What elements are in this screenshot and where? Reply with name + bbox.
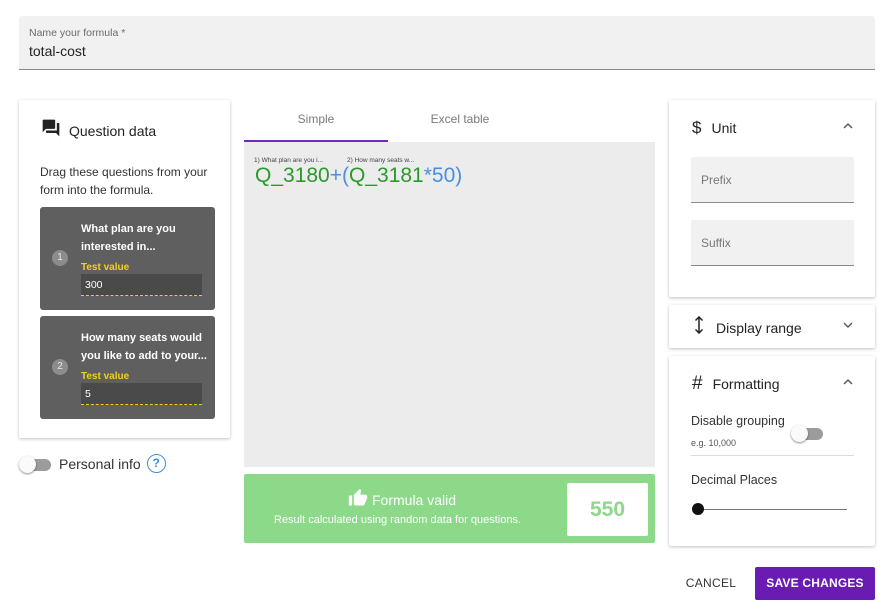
unit-panel: $ Unit Prefix Suffix xyxy=(669,100,875,297)
disable-grouping-label: Disable grouping xyxy=(691,414,785,428)
display-range-header[interactable]: Display range xyxy=(692,315,802,339)
disable-grouping-toggle[interactable] xyxy=(791,425,823,442)
formula-chip-label-1: 1) What plan are you i... xyxy=(254,157,324,164)
test-value-label: Test value xyxy=(81,262,130,273)
question-card-2[interactable]: 2 How many seats would you like to add t… xyxy=(40,316,215,419)
chevron-up-icon[interactable] xyxy=(843,120,853,132)
formula-chip-label-2: 2) How many seats w... xyxy=(347,157,415,164)
display-range-panel[interactable]: Display range xyxy=(669,305,875,348)
formatting-panel: # Formatting Disable grouping e.g. 10,00… xyxy=(669,356,875,546)
personal-info-row: Personal info ? xyxy=(19,454,166,473)
save-changes-button[interactable]: SAVE CHANGES xyxy=(755,567,875,600)
unit-header[interactable]: $ Unit xyxy=(692,118,736,138)
grouping-example: e.g. 10,000 xyxy=(691,438,737,448)
formula-token-1[interactable]: Q_3180 xyxy=(255,164,330,187)
test-value-input[interactable]: 300 xyxy=(81,274,202,296)
formula-paren-open: ( xyxy=(342,164,349,187)
test-value-label: Test value xyxy=(81,371,130,382)
formula-expression: Q_3180+(Q_3181*50) xyxy=(255,164,462,188)
chevron-up-icon[interactable] xyxy=(843,376,853,388)
formula-paren-close: ) xyxy=(455,164,463,187)
formatting-title: Formatting xyxy=(712,376,780,392)
hash-icon: # xyxy=(692,373,703,394)
question-data-header: Question data xyxy=(41,118,156,143)
formula-editor[interactable]: 1) What plan are you i... 2) How many se… xyxy=(244,142,655,467)
display-range-title: Display range xyxy=(716,319,802,336)
formula-operator-plus: + xyxy=(329,164,342,187)
validation-subtitle: Result calculated using random data for … xyxy=(274,514,522,526)
decimal-places-label: Decimal Places xyxy=(691,473,778,487)
validation-title: Formula valid xyxy=(372,491,457,508)
decimal-places-slider-track[interactable] xyxy=(698,509,847,510)
decimal-places-slider-thumb[interactable] xyxy=(692,503,704,515)
test-value-input[interactable]: 5 xyxy=(81,383,202,405)
thumbs-up-icon xyxy=(348,488,368,511)
formula-token-2[interactable]: Q_3181 xyxy=(349,164,424,187)
formula-operator-times: * xyxy=(423,164,432,187)
divider xyxy=(691,455,854,456)
validation-header: Formula valid xyxy=(348,488,456,511)
help-icon[interactable]: ? xyxy=(146,454,166,473)
suffix-input[interactable]: Suffix xyxy=(691,220,854,266)
question-number-badge: 1 xyxy=(52,250,68,266)
question-data-title: Question data xyxy=(69,122,157,139)
toggle-knob xyxy=(791,425,808,442)
chevron-down-icon[interactable] xyxy=(843,320,853,332)
formula-constant: 50 xyxy=(431,164,456,187)
editor-tabs: Simple Excel table xyxy=(244,100,655,142)
dollar-icon: $ xyxy=(692,118,702,137)
formula-name-label: Name your formula * xyxy=(29,27,126,39)
formula-validation-banner: Formula valid Result calculated using ra… xyxy=(244,474,655,543)
formula-name-field[interactable]: Name your formula * total-cost xyxy=(19,16,875,70)
question-data-description: Drag these questions from your form into… xyxy=(40,165,208,197)
toggle-knob xyxy=(19,455,36,473)
formula-name-value[interactable]: total-cost xyxy=(29,43,86,59)
personal-info-label: Personal info xyxy=(59,455,141,472)
unit-title: Unit xyxy=(711,120,737,136)
cancel-button[interactable]: CANCEL xyxy=(676,568,746,598)
tab-simple[interactable]: Simple xyxy=(244,100,388,142)
formula-result-value: 550 xyxy=(567,483,648,536)
prefix-input[interactable]: Prefix xyxy=(691,157,854,203)
question-text: What plan are you interested in... xyxy=(81,223,176,253)
personal-info-toggle[interactable] xyxy=(19,455,51,473)
question-text: How many seats would you like to add to … xyxy=(81,332,207,362)
question-card-1[interactable]: 1 What plan are you interested in... Tes… xyxy=(40,207,215,310)
tab-excel-table[interactable]: Excel table xyxy=(388,100,532,142)
vertical-arrows-icon xyxy=(692,315,706,339)
chat-icon xyxy=(41,118,61,143)
question-number-badge: 2 xyxy=(52,359,68,375)
question-data-panel: Question data Drag these questions from … xyxy=(19,100,230,438)
formatting-header[interactable]: # Formatting xyxy=(692,373,780,395)
